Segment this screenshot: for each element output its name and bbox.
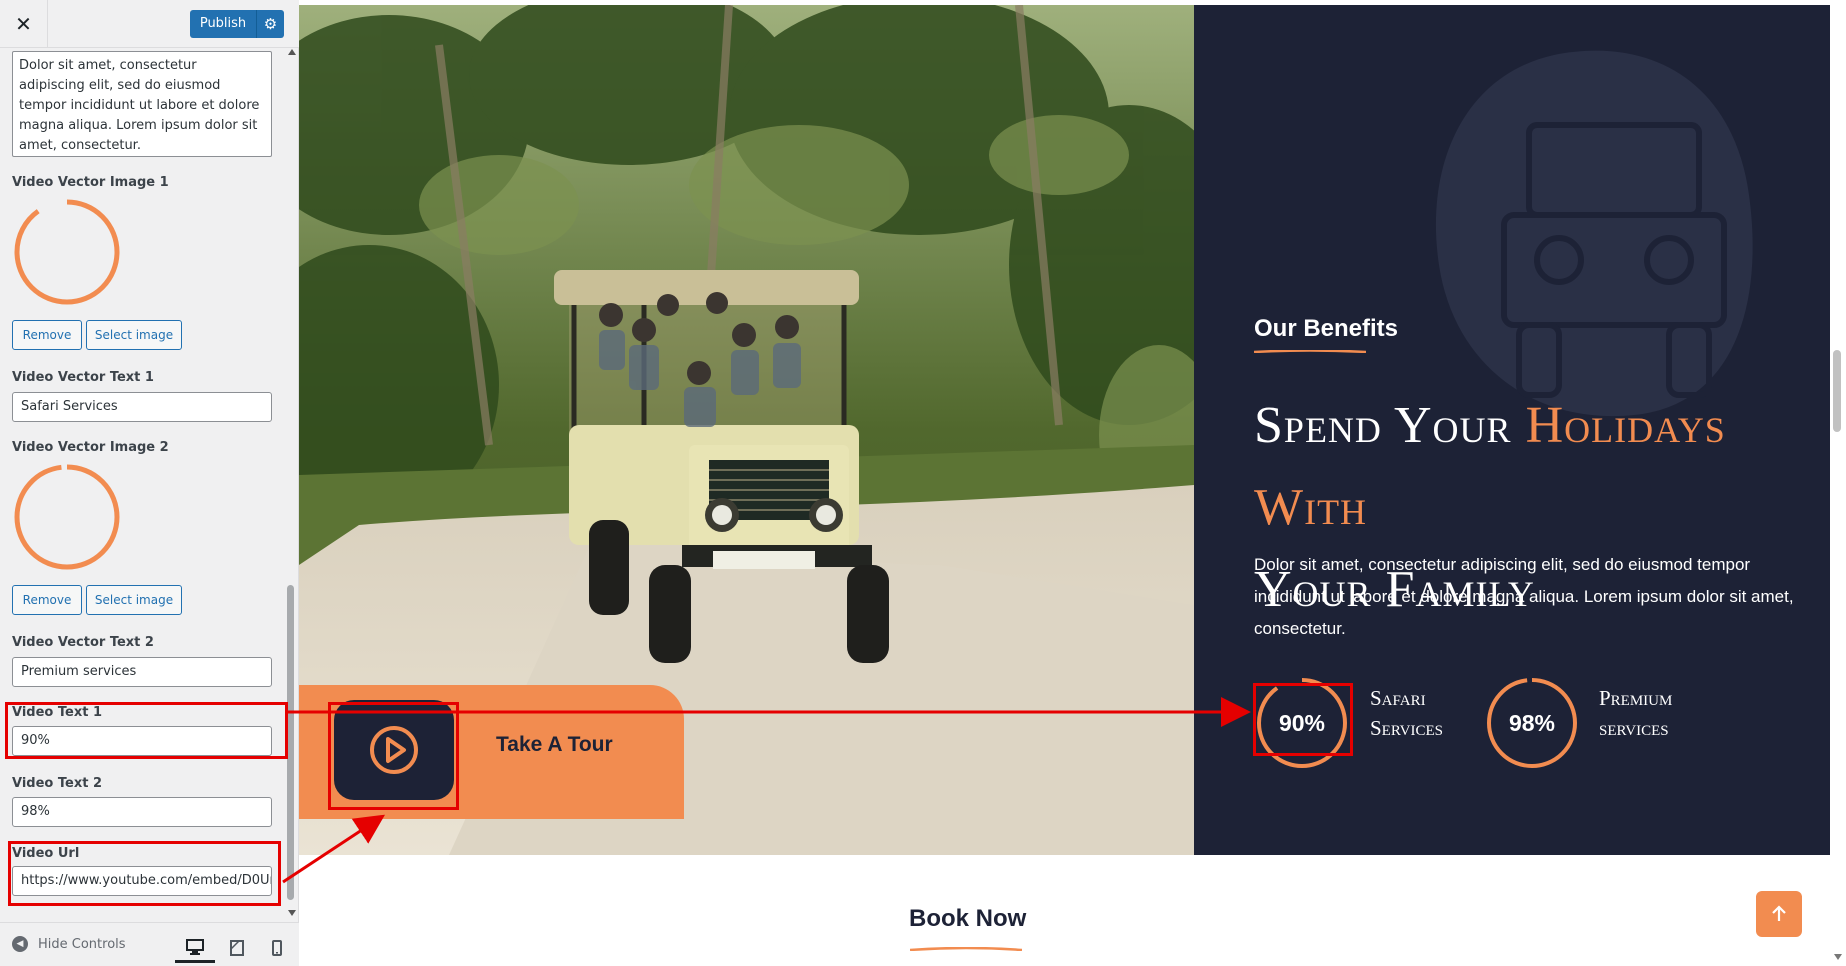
annotation-arrows [282, 697, 1251, 884]
